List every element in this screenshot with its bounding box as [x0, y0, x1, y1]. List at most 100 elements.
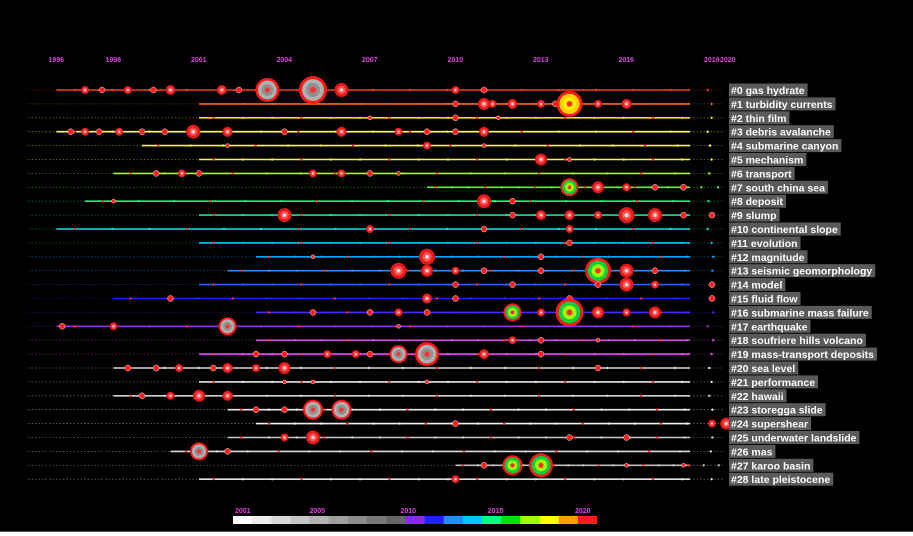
cluster-tick-marker	[491, 464, 495, 467]
cluster-tick-marker	[476, 311, 480, 314]
citation-node	[177, 169, 186, 178]
cluster-tick-marker	[563, 241, 567, 245]
cluster-tick-marker	[320, 311, 323, 314]
cluster-tick-marker	[401, 366, 405, 370]
citation-node-core	[354, 353, 357, 356]
citation-node-dot	[281, 128, 288, 135]
cluster-tick-marker	[372, 255, 375, 258]
citation-node-dot	[98, 86, 106, 94]
cluster-label: #10 continental slope	[731, 224, 838, 236]
cluster-tick-marker	[434, 436, 437, 439]
cluster-tick-marker	[295, 408, 298, 411]
cluster-tick-marker	[137, 200, 140, 203]
cluster-tick-marker	[398, 422, 401, 425]
cluster-tick-marker	[408, 88, 412, 92]
cluster-tick-marker	[567, 464, 570, 467]
citation-node-core	[426, 144, 428, 147]
citation-node-core	[568, 228, 571, 230]
citation-node	[394, 127, 403, 136]
cluster-label: #16 submarine mass failure	[731, 307, 869, 319]
cluster-tick-marker	[534, 352, 538, 356]
citation-node-dot	[309, 309, 317, 316]
cluster-tick-marker	[563, 158, 567, 161]
citation-node-dot	[567, 157, 572, 162]
citation-node	[138, 128, 146, 135]
cluster-tick-marker	[457, 200, 461, 203]
cluster-tick-marker	[319, 144, 322, 147]
cluster-tick-marker	[711, 408, 714, 411]
citation-node	[337, 169, 346, 178]
citation-node	[115, 127, 124, 136]
cluster-tick-marker	[212, 478, 215, 481]
cluster-tick-marker	[461, 408, 465, 411]
cluster-tick-marker	[642, 464, 645, 467]
cluster-tick-marker	[633, 255, 637, 258]
cluster-tick-marker	[334, 227, 337, 231]
citation-node-dot	[161, 128, 169, 135]
cluster-tick-marker	[676, 144, 679, 147]
citation-node-core	[283, 366, 286, 370]
year-label: 1998	[106, 57, 122, 64]
citation-node-core	[482, 199, 486, 203]
cluster-tick-marker	[529, 422, 532, 425]
cluster-tick-marker	[683, 436, 686, 439]
citation-node-dot	[651, 267, 659, 274]
citation-node-core	[491, 102, 494, 105]
cluster-tick-marker	[683, 408, 686, 411]
cluster-tick-marker	[241, 283, 245, 286]
cluster-tick-marker	[265, 366, 268, 370]
citation-node-core	[454, 89, 457, 91]
legend-swatch	[328, 516, 349, 524]
cluster-tick-marker	[461, 464, 465, 467]
citation-node	[488, 99, 497, 108]
cluster-tick-marker	[534, 478, 538, 481]
cluster-tick-marker	[299, 394, 302, 397]
cluster-tick-marker	[529, 339, 532, 342]
cluster-tick-marker	[398, 339, 401, 342]
cluster-tick-marker	[271, 478, 274, 481]
cluster-label: #20 sea level	[731, 363, 795, 375]
cluster-tick-marker	[221, 144, 225, 147]
citation-node-dot	[452, 295, 459, 302]
citation-node-core	[566, 309, 573, 316]
cluster-tick-marker	[265, 172, 268, 175]
citation-node-dot	[310, 254, 316, 259]
citation-node-core	[310, 407, 316, 412]
cluster-tick-marker	[673, 394, 677, 397]
cluster-tick-marker	[607, 255, 610, 258]
cluster-tick-marker	[320, 339, 323, 342]
citation-node-dot	[424, 379, 430, 385]
cluster-label: #24 supershear	[731, 419, 808, 431]
cluster-tick-marker	[520, 227, 523, 231]
citation-node	[282, 379, 287, 385]
citation-node-core	[112, 325, 115, 328]
cluster-tick-marker	[378, 408, 382, 411]
cluster-tick-marker	[222, 227, 226, 231]
cluster-tick-marker	[265, 297, 268, 300]
cluster-tick-marker	[571, 394, 575, 397]
cluster-tick-marker	[706, 88, 709, 92]
citation-node	[452, 114, 459, 122]
citation-node-dot	[594, 364, 602, 372]
cluster-label: #12 magnitude	[731, 252, 805, 264]
cluster-tick-marker	[600, 408, 603, 411]
cluster-tick-marker	[431, 450, 435, 453]
cluster-tick-marker	[651, 102, 655, 106]
cluster-tick-marker	[185, 88, 188, 92]
citation-node-dot	[138, 128, 146, 135]
citation-node	[680, 184, 687, 191]
cluster-tick-marker	[709, 450, 713, 453]
cluster-tick-marker	[388, 241, 391, 245]
citation-node-core	[283, 436, 286, 439]
cluster-tick-marker	[450, 255, 454, 258]
citation-node-dot	[195, 170, 203, 177]
cluster-label: #18 soufriere hills volcano	[731, 335, 863, 347]
cluster-tick-marker	[267, 269, 271, 272]
cluster-tick-marker	[271, 352, 274, 356]
cluster-tick-marker	[616, 186, 620, 189]
cluster-tick-marker	[563, 352, 567, 356]
citation-node	[190, 442, 208, 461]
cluster-tick-marker	[476, 116, 479, 120]
cluster-tick-marker	[517, 186, 520, 189]
citation-node	[681, 463, 686, 468]
